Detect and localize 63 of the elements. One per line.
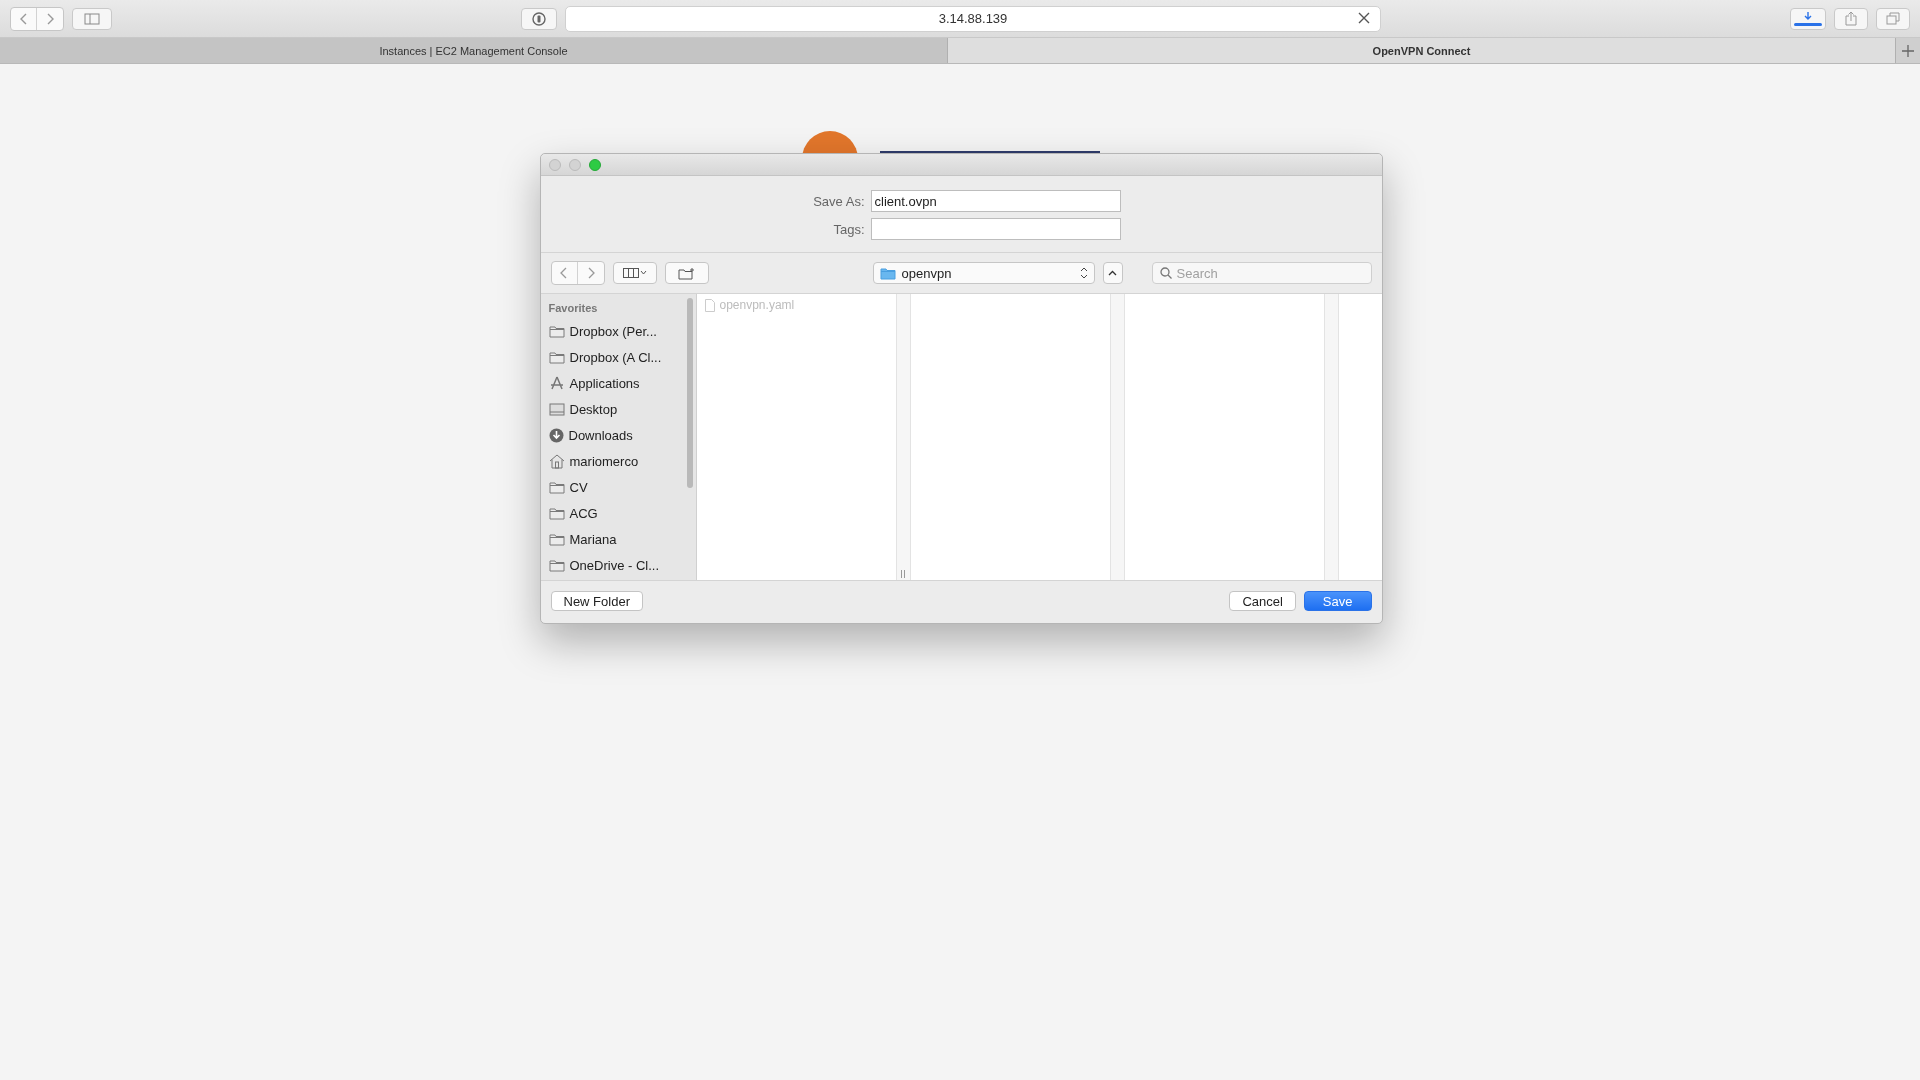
tabs-overview-button[interactable] — [1876, 7, 1910, 30]
new-folder-button[interactable]: New Folder — [550, 591, 643, 611]
folder-icon — [548, 532, 565, 546]
sidebar-item[interactable]: CV — [548, 474, 696, 500]
sidebar-item[interactable]: OneDrive - Cl... — [548, 552, 696, 578]
home-icon — [548, 453, 565, 469]
save-as-label: Save As: — [812, 193, 865, 209]
sidebar-item[interactable]: Dropbox (Per... — [548, 318, 696, 344]
save-button[interactable]: Save — [1303, 591, 1372, 611]
search-field[interactable]: Search — [1151, 262, 1372, 284]
folder-icon — [548, 506, 565, 520]
folder-icon — [548, 558, 565, 572]
key-circle-icon — [532, 11, 546, 26]
zoom-window-icon[interactable] — [588, 158, 601, 171]
applications-icon — [548, 376, 565, 390]
document-icon — [704, 298, 715, 312]
sidebar-item[interactable]: Mariana — [548, 526, 696, 552]
password-button[interactable] — [521, 7, 557, 30]
download-icon — [1793, 10, 1823, 27]
folder-plus-icon — [677, 266, 696, 280]
sidebar-item[interactable]: Desktop — [548, 396, 696, 422]
folder-icon — [548, 324, 565, 338]
sidebar-heading: Favorites — [548, 302, 599, 314]
up-down-caret-icon — [1079, 266, 1088, 280]
location-dropdown[interactable]: openvpn — [872, 262, 1095, 284]
search-icon — [1159, 267, 1172, 279]
chevron-left-icon — [19, 12, 28, 25]
share-icon — [1845, 11, 1857, 26]
chevron-left-icon — [560, 267, 568, 279]
folder-icon — [548, 350, 565, 364]
desktop-icon — [548, 402, 565, 416]
folder-icon — [548, 480, 565, 494]
minimize-window-icon[interactable] — [568, 158, 581, 171]
downloads-icon — [548, 427, 564, 443]
scrollbar-thumb[interactable] — [686, 298, 693, 488]
sidebar-icon — [84, 12, 100, 25]
sidebar-item[interactable]: mariomerco — [548, 448, 696, 474]
tabs-icon — [1886, 12, 1900, 25]
caret-up-icon — [1108, 270, 1117, 276]
cancel-button[interactable]: Cancel — [1229, 591, 1296, 611]
browser-tab[interactable]: Instances | EC2 Management Console — [0, 38, 948, 63]
tags-label: Tags: — [832, 221, 865, 237]
close-icon[interactable] — [1358, 11, 1370, 24]
share-button[interactable] — [1834, 7, 1868, 30]
sidebar-item[interactable]: Dropbox (A Cl... — [548, 344, 696, 370]
save-as-field[interactable]: client.ovpn — [870, 190, 1121, 212]
address-bar[interactable]: 3.14.88.139 — [565, 5, 1381, 32]
folder-icon — [879, 266, 896, 280]
collapse-button[interactable] — [1102, 262, 1123, 284]
chevron-right-icon — [46, 12, 54, 25]
downloads-button[interactable] — [1790, 7, 1826, 30]
view-options-button[interactable] — [612, 262, 657, 284]
sidebar-button[interactable] — [72, 7, 112, 30]
browser-tab[interactable]: OpenVPN Connect — [948, 38, 1896, 63]
new-folder-button[interactable] — [664, 262, 709, 284]
columns-icon — [622, 268, 647, 278]
chevron-right-icon — [586, 267, 595, 279]
plus-icon — [1902, 44, 1914, 57]
close-window-icon[interactable] — [548, 158, 561, 171]
sidebar-item[interactable]: Applications — [548, 370, 696, 396]
tags-field[interactable] — [870, 218, 1121, 240]
sidebar-item[interactable]: Downloads — [548, 422, 696, 448]
sidebar-item[interactable]: ACG — [548, 500, 696, 526]
